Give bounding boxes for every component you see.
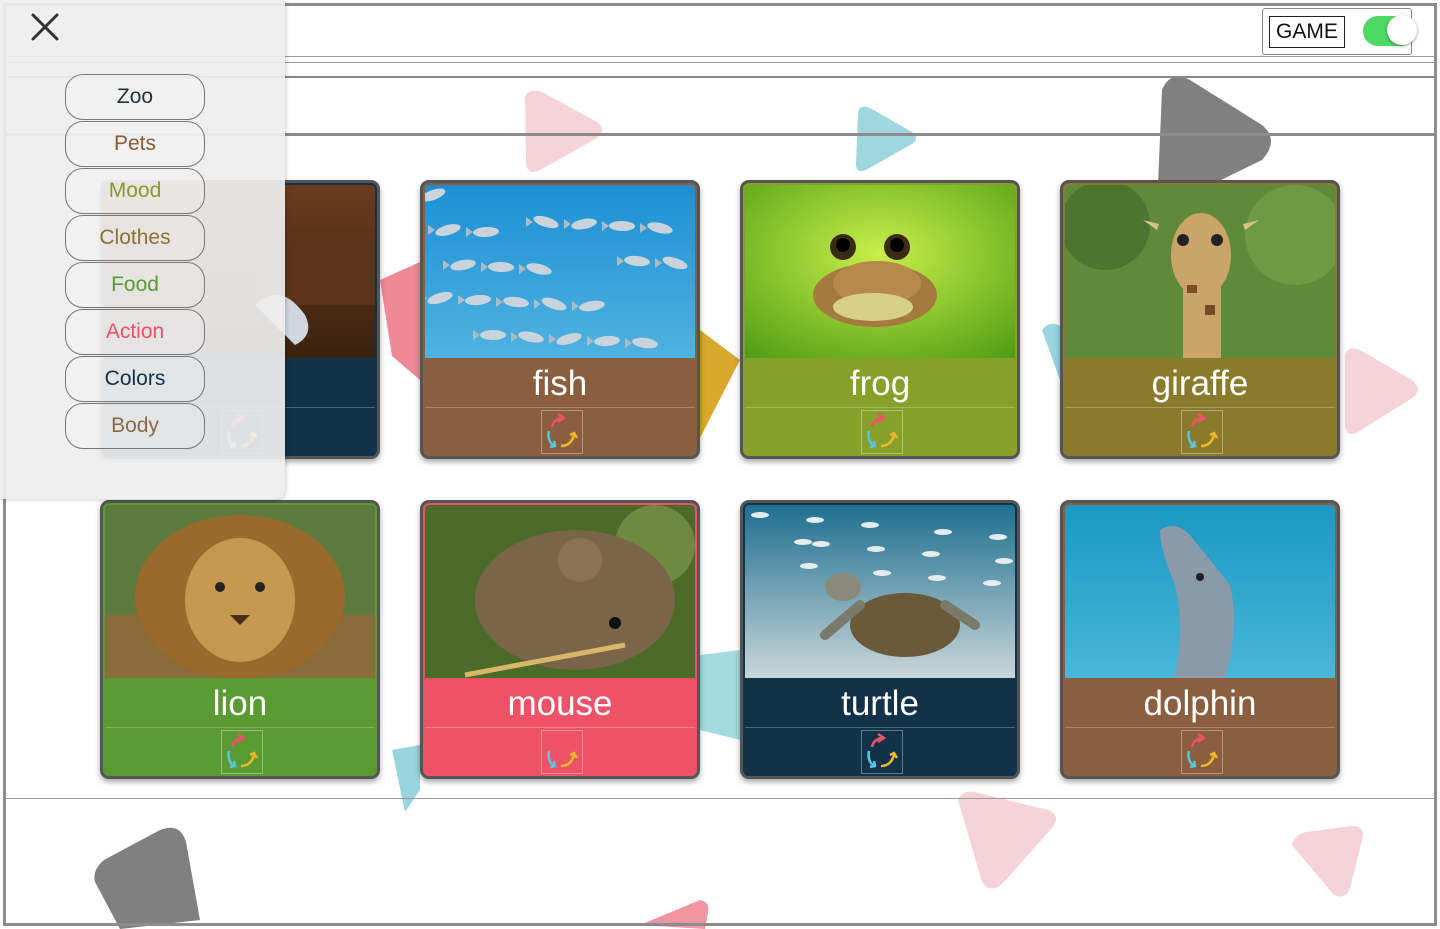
refresh-icon[interactable]	[1181, 410, 1223, 454]
vocab-card[interactable]: turtle	[740, 500, 1020, 779]
game-label: GAME	[1269, 16, 1345, 48]
refresh-icon[interactable]	[541, 730, 583, 774]
refresh-icon[interactable]	[861, 410, 903, 454]
card-actions	[425, 409, 695, 455]
card-label: frog	[745, 359, 1015, 408]
category-button-body[interactable]: Body	[65, 403, 205, 449]
card-label: mouse	[425, 679, 695, 728]
category-button-mood[interactable]: Mood	[65, 168, 205, 214]
card-label: lion	[105, 679, 375, 728]
category-button-zoo[interactable]: Zoo	[65, 74, 205, 120]
game-mode-control: GAME	[1262, 8, 1417, 55]
card-photo[interactable]	[745, 505, 1015, 678]
grid-bottom-divider	[6, 798, 1434, 799]
category-menu: Zoo Pets Mood Clothes Food Action Colors Body	[0, 0, 285, 499]
card-photo[interactable]	[425, 505, 695, 678]
card-label: turtle	[745, 679, 1015, 728]
vocab-card[interactable]: mouse	[420, 500, 700, 779]
card-photo[interactable]	[105, 505, 375, 678]
card-photo[interactable]	[745, 185, 1015, 358]
vocab-card[interactable]: lion	[100, 500, 380, 779]
card-actions	[425, 729, 695, 775]
vocab-card[interactable]: dolphin	[1060, 500, 1340, 779]
vocab-card[interactable]: giraffe	[1060, 180, 1340, 459]
category-button-food[interactable]: Food	[65, 262, 205, 308]
game-toggle[interactable]	[1363, 15, 1417, 46]
card-actions	[1065, 409, 1335, 455]
card-photo[interactable]	[425, 185, 695, 358]
refresh-icon[interactable]	[221, 730, 263, 774]
refresh-icon[interactable]	[541, 410, 583, 454]
card-label: fish	[425, 359, 695, 408]
category-button-action[interactable]: Action	[65, 309, 205, 355]
vocab-card[interactable]: fish	[420, 180, 700, 459]
close-icon[interactable]	[28, 10, 62, 44]
app-screen: GAME fish frog giraffe lion mouse turtle…	[0, 0, 1440, 929]
card-label: giraffe	[1065, 359, 1335, 408]
refresh-icon[interactable]	[1181, 730, 1223, 774]
refresh-icon[interactable]	[861, 730, 903, 774]
category-button-colors[interactable]: Colors	[65, 356, 205, 402]
vocab-card[interactable]: frog	[740, 180, 1020, 459]
category-button-pets[interactable]: Pets	[65, 121, 205, 167]
card-photo[interactable]	[1065, 185, 1335, 358]
card-label: dolphin	[1065, 679, 1335, 728]
card-actions	[745, 409, 1015, 455]
card-photo[interactable]	[1065, 505, 1335, 678]
card-actions	[105, 729, 375, 775]
card-actions	[745, 729, 1015, 775]
category-button-clothes[interactable]: Clothes	[65, 215, 205, 261]
toggle-knob[interactable]	[1387, 15, 1417, 45]
card-actions	[1065, 729, 1335, 775]
